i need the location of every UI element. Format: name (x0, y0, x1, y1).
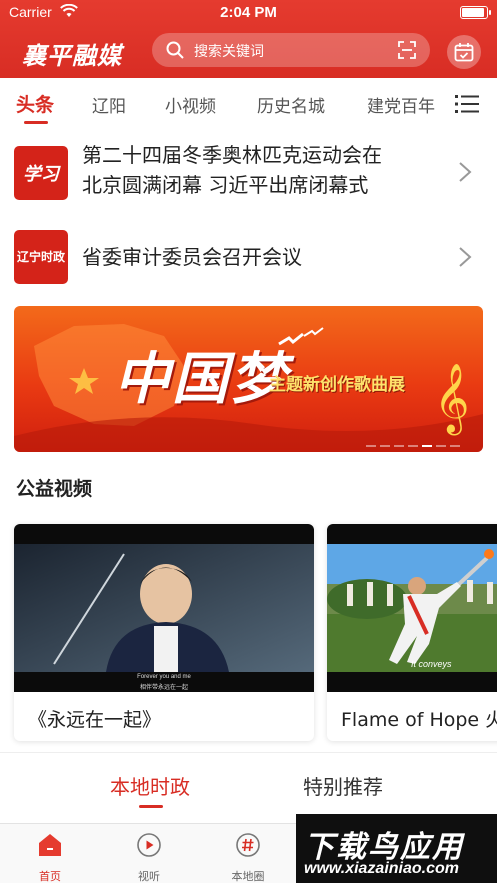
app-header: Carrier 2:04 PM 襄平融媒 搜索关键词 (0, 0, 497, 78)
category-tabs: 头条 辽阳 小视频 历史名城 建党百年 (0, 78, 497, 128)
study-badge-icon: 学习 (14, 146, 68, 200)
active-tab-indicator (24, 121, 48, 124)
tab-short-video[interactable]: 小视频 (165, 92, 216, 117)
headline-item[interactable]: 辽宁时政 省委审计委员会召开会议 (0, 216, 497, 298)
play-icon (137, 833, 161, 857)
video-card[interactable]: Forever you and me 相伴带永远在一起 《永远在一起》 (14, 524, 314, 741)
hashtag-icon (236, 833, 260, 857)
scan-icon[interactable] (398, 41, 416, 59)
tabbar-home[interactable]: 首页 (20, 832, 80, 883)
clock: 2:04 PM (220, 4, 277, 21)
watermark-url: www.xiazainiao.com (304, 860, 460, 877)
headline-item[interactable]: 学习 第二十四届冬季奥林匹克运动会在 北京圆满闭幕 习近平出席闭幕式 (0, 128, 497, 216)
status-bar: Carrier 2:04 PM (0, 0, 497, 26)
tab-historic-city[interactable]: 历史名城 (257, 92, 325, 117)
svg-text:𝄞: 𝄞 (434, 363, 469, 435)
home-icon (39, 834, 61, 856)
tabbar-label: 视听 (138, 870, 160, 883)
page-dot (394, 445, 404, 447)
tab-party-centenary[interactable]: 建党百年 (367, 92, 435, 117)
tabbar-label: 首页 (39, 870, 61, 883)
app-logo: 襄平融媒 (22, 41, 122, 70)
pianist-scene-graphic (14, 544, 314, 672)
tab-local-politics[interactable]: 本地时政 (110, 771, 190, 800)
search-placeholder: 搜索关键词 (194, 44, 264, 60)
video-thumbnail: Forever you and me 相伴带永远在一起 (14, 524, 314, 692)
active-subtab-indicator (139, 805, 163, 808)
banner-headline: 中国梦 (114, 346, 288, 412)
banner-subtitle: 主题新创作歌曲展 (269, 375, 405, 395)
video-subtitle-en: Forever you and me (137, 674, 191, 680)
tab-headline[interactable]: 头条 (16, 90, 54, 117)
app-screen: Carrier 2:04 PM 襄平融媒 搜索关键词 头条 辽阳 小视频 历史名… (0, 0, 497, 883)
page-dot (450, 445, 460, 447)
headline-title-line2: 北京圆满闭幕 习近平出席闭幕式 (82, 173, 369, 197)
battery-icon (460, 6, 491, 19)
tab-liaoyang[interactable]: 辽阳 (92, 92, 126, 117)
tabbar-label: 本地圈 (231, 870, 265, 883)
page-dot (436, 445, 446, 447)
video-caption: Flame of Hope 火 (341, 709, 497, 731)
page-dot (408, 445, 418, 447)
headline-title-line1: 第二十四届冬季奥林匹克运动会在 (82, 143, 382, 167)
tabbar-av[interactable]: 视听 (119, 832, 179, 883)
section-title: 公益视频 (16, 478, 93, 500)
feed-subtabs: 本地时政 特别推荐 (0, 752, 497, 816)
banner-page-indicator (366, 445, 476, 449)
video-caption: 《永远在一起》 (28, 709, 162, 731)
video-subtitle-en: It conveys (411, 659, 452, 669)
site-watermark: 下载鸟应用 www.xiazainiao.com (296, 814, 497, 883)
video-thumbnail: It conveys (327, 524, 497, 692)
tabbar-local-circle[interactable]: 本地圈 (218, 832, 278, 883)
badge-text: 辽宁时政 (16, 250, 65, 264)
page-dot-active (422, 445, 432, 447)
video-card[interactable]: It conveys Flame of Hope 火 (327, 524, 497, 741)
chevron-right-icon (459, 162, 472, 182)
video-subtitle-cn: 相伴带永远在一起 (139, 684, 188, 691)
calendar-check-icon (454, 43, 474, 62)
badge-text: 学习 (23, 164, 59, 185)
list-menu-icon[interactable] (455, 94, 479, 114)
tab-special-recommend[interactable]: 特别推荐 (303, 771, 383, 800)
chevron-right-icon (459, 247, 472, 267)
calendar-button[interactable] (447, 35, 481, 69)
headline-title: 省委审计委员会召开会议 (82, 245, 302, 269)
headline-title: 第二十四届冬季奥林匹克运动会在 北京圆满闭幕 习近平出席闭幕式 (82, 140, 442, 200)
page-dot (366, 445, 376, 447)
search-bar[interactable]: 搜索关键词 (152, 33, 430, 67)
page-dot (380, 445, 390, 447)
liaoning-politics-badge-icon: 辽宁时政 (14, 230, 68, 284)
promo-banner[interactable]: 𝄞 中国梦 主题新创作歌曲展 (14, 306, 483, 452)
search-icon (166, 41, 184, 59)
